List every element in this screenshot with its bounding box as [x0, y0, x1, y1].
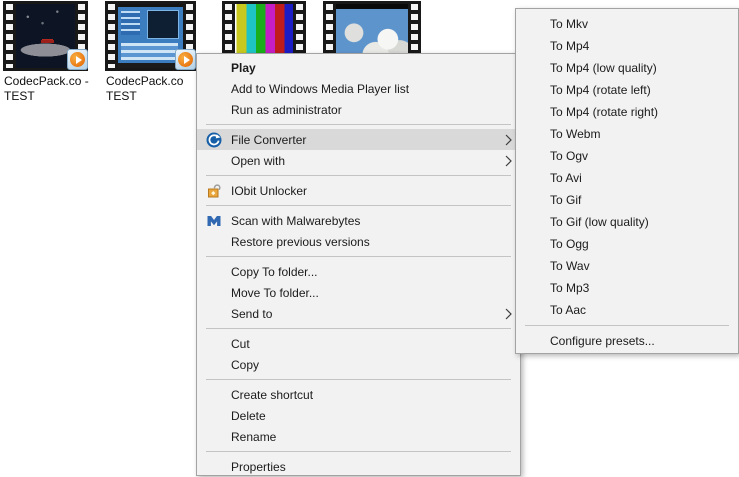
submenu-arrow-icon — [505, 308, 512, 320]
menu-separator — [525, 325, 729, 326]
menu-item-rename[interactable]: Rename — [197, 426, 520, 447]
submenu-item-to-mp4-rotate-right[interactable]: To Mp4 (rotate right) — [516, 101, 738, 123]
menu-separator — [206, 205, 511, 206]
submenu-item-to-mp4-rotate-left[interactable]: To Mp4 (rotate left) — [516, 79, 738, 101]
submenu-item-to-gif-low-quality[interactable]: To Gif (low quality) — [516, 211, 738, 233]
menu-separator — [206, 451, 511, 452]
film-strip-holes — [108, 4, 115, 68]
submenu-item-to-wav[interactable]: To Wav — [516, 255, 738, 277]
file-converter-icon — [206, 132, 222, 148]
submenu-item-to-mp4[interactable]: To Mp4 — [516, 35, 738, 57]
menu-item-iobit-unlocker[interactable]: IObit Unlocker — [197, 180, 520, 201]
menu-item-file-converter[interactable]: File Converter — [197, 129, 520, 150]
wmp-play-badge-icon — [67, 49, 88, 70]
menu-item-play[interactable]: Play — [197, 57, 520, 78]
submenu-item-to-ogv[interactable]: To Ogv — [516, 145, 738, 167]
menu-separator — [206, 328, 511, 329]
submenu-item-to-mp4-low-quality[interactable]: To Mp4 (low quality) — [516, 57, 738, 79]
film-strip-holes — [6, 4, 13, 68]
menu-separator — [206, 256, 511, 257]
submenu-item-to-webm[interactable]: To Webm — [516, 123, 738, 145]
file-converter-submenu: To Mkv To Mp4 To Mp4 (low quality) To Mp… — [515, 8, 739, 354]
menu-item-move-to-folder[interactable]: Move To folder... — [197, 282, 520, 303]
malwarebytes-icon — [206, 213, 222, 229]
menu-item-run-as-administrator[interactable]: Run as administrator — [197, 99, 520, 120]
file-video-2-label: CodecPack.co TEST — [106, 74, 198, 104]
wmp-play-badge-icon — [175, 49, 196, 70]
thumbnail-video-editor — [118, 4, 183, 68]
menu-item-create-shortcut[interactable]: Create shortcut — [197, 384, 520, 405]
file-video-2-thumbnail — [105, 1, 196, 71]
submenu-arrow-icon — [505, 155, 512, 167]
context-menu: Play Add to Windows Media Player list Ru… — [196, 53, 521, 476]
menu-item-copy-to-folder[interactable]: Copy To folder... — [197, 261, 520, 282]
menu-separator — [206, 379, 511, 380]
menu-separator — [206, 124, 511, 125]
submenu-item-to-mkv[interactable]: To Mkv — [516, 13, 738, 35]
submenu-item-to-gif[interactable]: To Gif — [516, 189, 738, 211]
menu-item-send-to[interactable]: Send to — [197, 303, 520, 324]
menu-item-copy[interactable]: Copy — [197, 354, 520, 375]
menu-item-scan-with-malwarebytes[interactable]: Scan with Malwarebytes — [197, 210, 520, 231]
menu-item-restore-previous-versions[interactable]: Restore previous versions — [197, 231, 520, 252]
file-video-2[interactable]: CodecPack.co TEST — [105, 1, 196, 71]
submenu-arrow-icon — [505, 134, 512, 146]
file-video-1[interactable]: CodecPack.co - TEST — [3, 1, 88, 71]
file-video-1-label: CodecPack.co - TEST — [4, 74, 96, 104]
menu-item-add-to-wmp-list[interactable]: Add to Windows Media Player list — [197, 78, 520, 99]
menu-item-cut[interactable]: Cut — [197, 333, 520, 354]
submenu-item-to-aac[interactable]: To Aac — [516, 299, 738, 321]
submenu-item-to-avi[interactable]: To Avi — [516, 167, 738, 189]
submenu-item-to-mp3[interactable]: To Mp3 — [516, 277, 738, 299]
iobit-unlocker-icon — [206, 183, 222, 199]
file-video-1-thumbnail — [3, 1, 88, 71]
submenu-item-configure-presets[interactable]: Configure presets... — [516, 330, 738, 352]
menu-item-open-with[interactable]: Open with — [197, 150, 520, 171]
menu-item-delete[interactable]: Delete — [197, 405, 520, 426]
menu-separator — [206, 175, 511, 176]
submenu-item-to-ogg[interactable]: To Ogg — [516, 233, 738, 255]
menu-item-properties[interactable]: Properties — [197, 456, 520, 477]
